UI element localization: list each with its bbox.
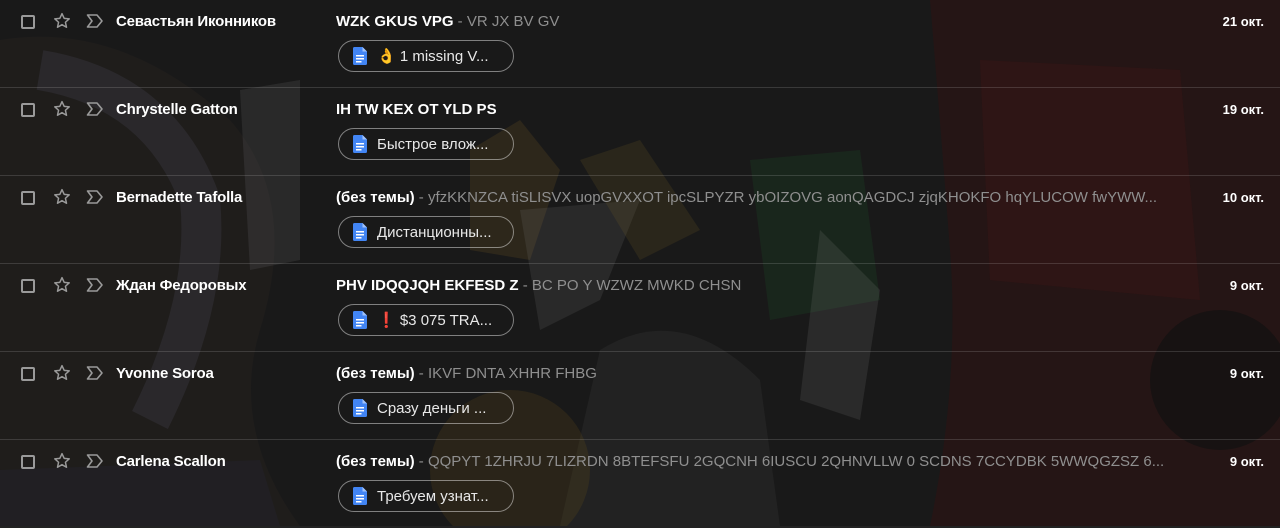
- sender-name: Севастьян Иконников: [116, 13, 276, 30]
- google-docs-icon: [353, 399, 367, 417]
- sender-name: Ждан Федоровых: [116, 277, 247, 294]
- attachment-chip[interactable]: 👌 1 missing V...: [338, 40, 514, 72]
- email-row[interactable]: Chrystelle Gatton IH TW KEX OT YLD PS 19…: [0, 88, 1280, 176]
- attachment-label: Требуем узнат...: [377, 487, 489, 505]
- sender-name: Carlena Scallon: [116, 453, 226, 470]
- google-docs-icon: [353, 223, 367, 241]
- email-subject: PHV IDQQJQH EKFESD Z: [336, 277, 519, 294]
- email-snippet: BC PO Y WZWZ MWKD CHSN: [531, 277, 742, 294]
- email-subject: IH TW KEX OT YLD PS: [336, 101, 497, 118]
- subject-line: (без темы) - IKVF DNTA XHHR FHBG: [336, 365, 1166, 382]
- subject-line: (без темы) - yfzKKNZCA tiSLISVX uopGVXXO…: [336, 189, 1166, 206]
- select-checkbox[interactable]: [21, 191, 35, 205]
- subject-separator: -: [518, 277, 532, 294]
- star-icon[interactable]: [52, 11, 72, 31]
- email-snippet: QQPYT 1ZHRJU 7LIZRDN 8BTEFSFU 2GQCNH 6IU…: [427, 453, 1165, 470]
- subject-separator: -: [453, 13, 467, 30]
- select-checkbox[interactable]: [21, 103, 35, 117]
- attachment-label: Быстрое влож...: [377, 135, 489, 153]
- star-icon[interactable]: [52, 363, 72, 383]
- email-date: 21 окт.: [1222, 14, 1264, 29]
- email-subject: (без темы): [336, 365, 415, 382]
- email-subject: (без темы): [336, 189, 415, 206]
- email-row[interactable]: Bernadette Tafolla (без темы) - yfzKKNZC…: [0, 176, 1280, 264]
- important-marker-icon[interactable]: [86, 365, 104, 381]
- subject-line: WZK GKUS VPG - VR JX BV GV: [336, 13, 1166, 30]
- attachment-label: Сразу деньги ...: [377, 399, 487, 417]
- select-checkbox[interactable]: [21, 367, 35, 381]
- attachment-label: 👌 1 missing V...: [377, 48, 489, 65]
- star-icon[interactable]: [52, 99, 72, 119]
- email-date: 9 окт.: [1229, 366, 1264, 381]
- email-list: Севастьян Иконников WZK GKUS VPG - VR JX…: [0, 0, 1280, 528]
- email-subject: WZK GKUS VPG: [336, 13, 454, 30]
- important-marker-icon[interactable]: [86, 453, 104, 469]
- subject-separator: -: [414, 189, 428, 206]
- subject-line: PHV IDQQJQH EKFESD Z - BC PO Y WZWZ MWKD…: [336, 277, 1166, 294]
- google-docs-icon: [353, 135, 367, 153]
- sender-name: Yvonne Soroa: [116, 365, 214, 382]
- select-checkbox[interactable]: [21, 455, 35, 469]
- sender-name: Bernadette Tafolla: [116, 189, 243, 206]
- email-date: 9 окт.: [1229, 454, 1264, 469]
- attachment-label: Дистанционны...: [377, 223, 492, 241]
- important-marker-icon[interactable]: [86, 277, 104, 293]
- attachment-chip[interactable]: Дистанционны...: [338, 216, 514, 248]
- attachment-chip[interactable]: Быстрое влож...: [338, 128, 514, 160]
- select-checkbox[interactable]: [21, 15, 35, 29]
- subject-line: IH TW KEX OT YLD PS: [336, 101, 1166, 118]
- email-subject: (без темы): [336, 453, 415, 470]
- email-date: 19 окт.: [1222, 102, 1264, 117]
- attachment-chip[interactable]: Сразу деньги ...: [338, 392, 514, 424]
- email-row[interactable]: Yvonne Soroa (без темы) - IKVF DNTA XHHR…: [0, 352, 1280, 440]
- email-row[interactable]: Севастьян Иконников WZK GKUS VPG - VR JX…: [0, 0, 1280, 88]
- important-marker-icon[interactable]: [86, 101, 104, 117]
- email-snippet: VR JX BV GV: [466, 13, 560, 30]
- email-row[interactable]: Carlena Scallon (без темы) - QQPYT 1ZHRJ…: [0, 440, 1280, 528]
- star-icon[interactable]: [52, 275, 72, 295]
- star-icon[interactable]: [52, 451, 72, 471]
- select-checkbox[interactable]: [21, 279, 35, 293]
- important-marker-icon[interactable]: [86, 13, 104, 29]
- attachment-label: ❗ $3 075 TRA...: [377, 312, 493, 329]
- email-row[interactable]: Ждан Федоровых PHV IDQQJQH EKFESD Z - BC…: [0, 264, 1280, 352]
- google-docs-icon: [353, 487, 367, 505]
- google-docs-icon: [353, 47, 367, 65]
- important-marker-icon[interactable]: [86, 189, 104, 205]
- attachment-chip[interactable]: ❗ $3 075 TRA...: [338, 304, 514, 336]
- star-icon[interactable]: [52, 187, 72, 207]
- sender-name: Chrystelle Gatton: [116, 101, 238, 118]
- subject-separator: -: [414, 453, 428, 470]
- subject-separator: -: [414, 365, 428, 382]
- email-date: 10 окт.: [1222, 190, 1264, 205]
- email-snippet: IKVF DNTA XHHR FHBG: [427, 365, 597, 382]
- email-date: 9 окт.: [1229, 278, 1264, 293]
- email-snippet: yfzKKNZCA tiSLISVX uopGVXXOT ipcSLPYZR y…: [427, 189, 1158, 206]
- google-docs-icon: [353, 311, 367, 329]
- subject-line: (без темы) - QQPYT 1ZHRJU 7LIZRDN 8BTEFS…: [336, 453, 1166, 470]
- attachment-chip[interactable]: Требуем узнат...: [338, 480, 514, 512]
